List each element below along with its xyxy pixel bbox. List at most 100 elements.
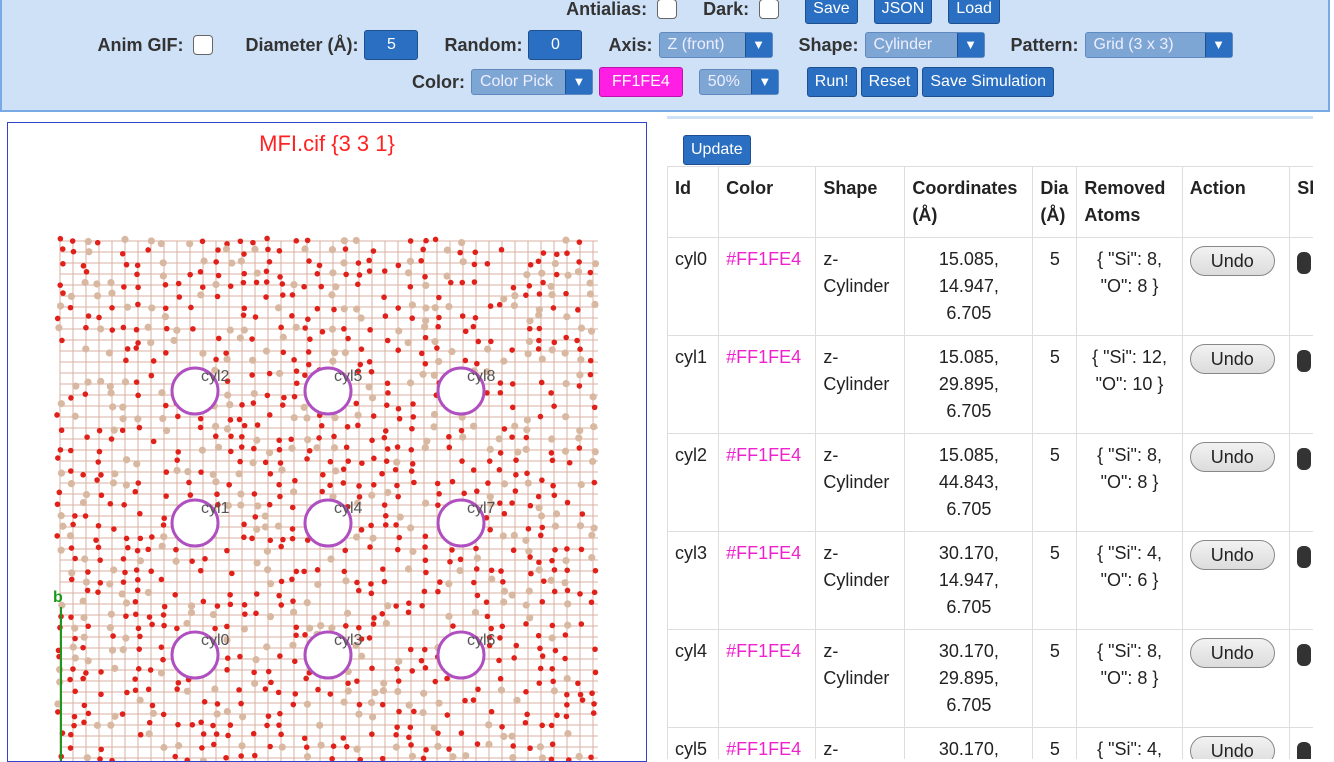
cell-shape: z- (815, 727, 906, 759)
cell-action: Undo (1181, 531, 1291, 630)
load-button[interactable]: Load (948, 0, 1000, 24)
cylinder-label: cyl7 (467, 500, 496, 517)
header-share: Sha (1289, 166, 1313, 238)
table-row: cyl4 #FF1FE4 z-Cylinder 30.170, 29.895, 6.705… (667, 629, 1313, 728)
coordinate-value: 29.895, (938, 668, 999, 688)
coordinate-value: 29.895, (938, 374, 999, 394)
cell-dia: 5 (1032, 433, 1078, 532)
cell-coordinates: 30.170, 29.895, 6.705 (904, 629, 1034, 728)
share-icon[interactable] (1297, 546, 1312, 568)
undo-button[interactable]: Undo (1189, 442, 1275, 472)
coordinate-value: 30.170, (938, 543, 999, 563)
cell-dia: 5 (1032, 727, 1078, 759)
structure-viewer[interactable]: MFI.cif {3 3 1} cyl2 cyl5 cyl8 cyl1 cyl4 cyl7… (7, 122, 647, 762)
anim-gif-checkbox[interactable] (193, 35, 214, 55)
coordinate-value: 30.170, (938, 641, 999, 661)
undo-button[interactable]: Undo (1189, 638, 1275, 668)
undo-button[interactable]: Undo (1189, 246, 1275, 276)
table-row: cyl0 #FF1FE4 z-Cylinder 15.085, 14.947, 6.705… (667, 237, 1313, 336)
shape-select[interactable]: Cylinder ▼ (864, 32, 985, 58)
cylinder-label: cyl6 (467, 632, 496, 649)
cell-action: Undo (1181, 629, 1291, 728)
antialias-control: Antialias: (566, 0, 678, 20)
random-input[interactable]: 0 (528, 30, 583, 60)
coordinate-value: 6.705 (946, 597, 992, 617)
axis-control: Axis: Z (front) ▼ (608, 32, 773, 58)
share-icon[interactable] (1297, 644, 1312, 666)
shape-select-value: Cylinder (873, 36, 933, 53)
undo-button[interactable]: Undo (1189, 344, 1275, 374)
cell-shape: z-Cylinder (815, 335, 906, 434)
cell-shape: z-Cylinder (815, 433, 906, 532)
save-button[interactable]: Save (805, 0, 858, 24)
toolbar-row-bottom: Color: Color Pick ▼ FF1FE4 50% ▼ Run! Re… (2, 67, 1334, 97)
cell-share (1289, 237, 1313, 336)
cell-share (1289, 335, 1313, 434)
pattern-select[interactable]: Grid (3 x 3) ▼ (1084, 32, 1233, 58)
opacity-select[interactable]: 50% ▼ (698, 69, 779, 95)
cell-share (1289, 629, 1313, 728)
table-row: cyl2 #FF1FE4 z-Cylinder 15.085, 44.843, 6.705… (667, 433, 1313, 532)
header-shape: Shape (815, 166, 906, 238)
save-simulation-button[interactable]: Save Simulation (922, 67, 1054, 97)
cell-removed-atoms: { "Si": 4, "O": 6 } (1076, 531, 1183, 630)
share-icon[interactable] (1297, 448, 1312, 470)
cell-id: cyl0 (667, 237, 720, 336)
cell-removed-atoms: { "Si": 8, "O": 8 } (1076, 433, 1183, 532)
color-hex-input[interactable]: FF1FE4 (598, 67, 683, 97)
color-mode-value: Color Pick (479, 73, 553, 90)
coordinate-value: 15.085, (938, 347, 999, 367)
cell-color: #FF1FE4 (718, 335, 817, 434)
diameter-label: Diameter (Å): (245, 34, 359, 55)
b-axis-line (60, 607, 62, 761)
color-mode-select[interactable]: Color Pick ▼ (470, 69, 593, 95)
run-button[interactable]: Run! (806, 67, 857, 97)
antialias-checkbox[interactable] (657, 0, 678, 19)
cell-color: #FF1FE4 (718, 237, 817, 336)
share-icon[interactable] (1297, 252, 1312, 274)
cylinder-label: cyl2 (201, 368, 230, 385)
cell-share (1289, 531, 1313, 630)
diameter-input[interactable]: 5 (364, 30, 419, 60)
table-row: cyl5 #FF1FE4 z- 30.170, 5{ "Si": 4, Undo (667, 727, 1313, 759)
cell-color: #FF1FE4 (718, 433, 817, 532)
share-icon[interactable] (1297, 742, 1312, 759)
header-removed-atoms: Removed Atoms (1076, 166, 1183, 238)
json-button[interactable]: JSON (873, 0, 933, 24)
dark-checkbox[interactable] (759, 0, 780, 19)
antialias-label: Antialias: (566, 0, 648, 19)
header-action: Action (1181, 166, 1291, 238)
cell-coordinates: 15.085, 14.947, 6.705 (904, 237, 1034, 336)
coordinate-value: 44.843, (938, 472, 999, 492)
cell-id: cyl3 (667, 531, 720, 630)
update-button[interactable]: Update (683, 135, 751, 165)
share-icon[interactable] (1297, 350, 1312, 372)
pattern-control: Pattern: Grid (3 x 3) ▼ (1011, 32, 1233, 58)
dark-control: Dark: (703, 0, 780, 20)
header-id: Id (667, 166, 720, 238)
undo-button[interactable]: Undo (1189, 736, 1275, 759)
table-row: cyl3 #FF1FE4 z-Cylinder 30.170, 14.947, 6.705… (667, 531, 1313, 630)
b-axis-label: b (53, 589, 63, 606)
shape-label: Shape: (798, 34, 859, 55)
coordinate-value: 14.947, (938, 276, 999, 296)
cell-shape: z-Cylinder (815, 629, 906, 728)
diameter-control: Diameter (Å): 5 (245, 30, 419, 60)
undo-button[interactable]: Undo (1189, 540, 1275, 570)
cell-share (1289, 727, 1313, 759)
crystal-lattice-canvas[interactable]: cyl2 cyl5 cyl8 cyl1 cyl4 cyl7 cyl0 cyl3 cyl6 (8, 123, 647, 762)
axis-select[interactable]: Z (front) ▼ (658, 32, 773, 58)
toolbar-row-top: Antialias: Dark: Save JSON Load (2, 0, 1334, 24)
cell-removed-atoms: { "Si": 12, "O": 10 } (1076, 335, 1183, 434)
cell-action: Undo (1181, 237, 1291, 336)
header-coordinates: Coordinates (Å) (904, 166, 1034, 238)
reset-button[interactable]: Reset (860, 67, 919, 97)
cylinder-label: cyl3 (334, 632, 363, 649)
table-row: cyl1 #FF1FE4 z-Cylinder 15.085, 29.895, 6.705… (667, 335, 1313, 434)
coordinate-value: 6.705 (946, 401, 992, 421)
coordinate-value: 6.705 (946, 499, 992, 519)
coordinate-value: 15.085, (938, 249, 999, 269)
cell-shape: z-Cylinder (815, 531, 906, 630)
cylinder-label: cyl0 (201, 632, 230, 649)
cell-dia: 5 (1032, 629, 1078, 728)
